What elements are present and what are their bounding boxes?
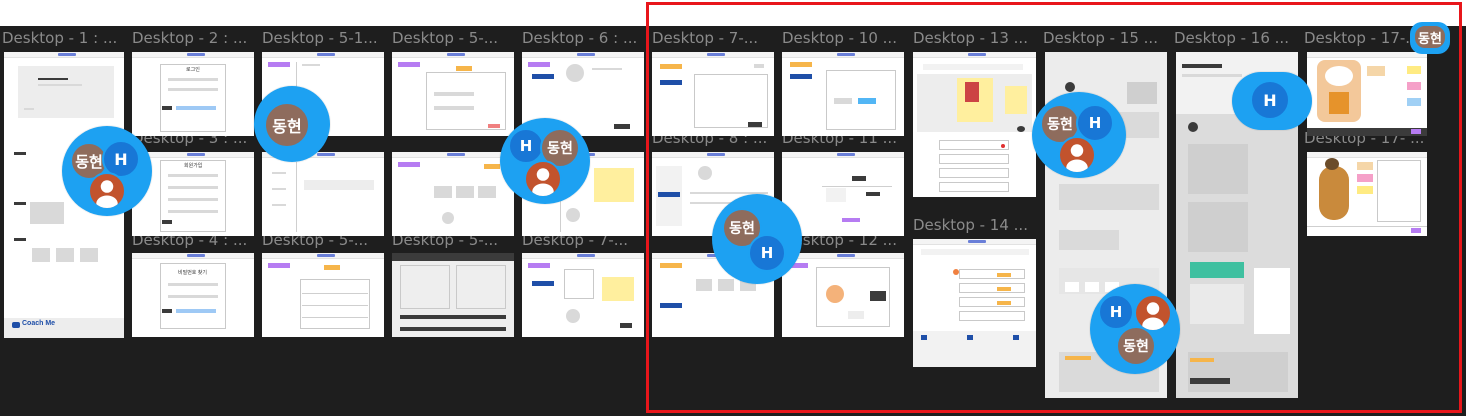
frame-label[interactable]: Desktop - 5-... [392, 29, 516, 47]
avatar-h: H [1098, 294, 1134, 330]
frame-label[interactable]: Desktop - 7-... [652, 29, 776, 47]
frame-desktop-12[interactable] [782, 253, 904, 337]
frame-desktop-11[interactable] [782, 152, 904, 236]
login-title: 로그인 [186, 67, 200, 73]
pwfind-title: 비밀번호 찾기 [178, 270, 207, 276]
signup-title: 회원가입 [184, 163, 203, 169]
frame-label[interactable]: Desktop - 2 : ... [132, 29, 256, 47]
avatar-h: H [1250, 80, 1290, 120]
frame-desktop-4[interactable]: 비밀번호 찾기 [132, 253, 254, 337]
frame-desktop-10[interactable] [782, 52, 904, 136]
frame-desktop-2[interactable]: 로그인 [132, 52, 254, 136]
frame-desktop-7-c[interactable] [652, 52, 774, 136]
frame-label[interactable]: Desktop - 5-1... [262, 29, 386, 47]
avatar-user-photo [524, 160, 562, 198]
frame-desktop-13[interactable] [913, 52, 1036, 197]
figma-canvas[interactable]: Desktop - 1 : ... Desktop - 2 : ... Desk… [0, 26, 1466, 416]
person-icon [96, 180, 118, 208]
avatar-user-photo [88, 172, 126, 210]
frame-desktop-14[interactable] [913, 239, 1036, 367]
frame-desktop-5b[interactable] [262, 152, 384, 236]
frame-desktop-5-d[interactable] [392, 152, 514, 236]
avatar-user-photo [1058, 136, 1096, 174]
frame-label[interactable]: Desktop - 6 : ... [522, 29, 646, 47]
avatar-donghyun: 동현 [1413, 24, 1447, 50]
frame-label[interactable]: Desktop - 17-... [1304, 29, 1414, 47]
frame-desktop-17-b[interactable] [1307, 152, 1427, 236]
frame-label[interactable]: Desktop - 10 ... [782, 29, 906, 47]
frame-label[interactable]: Desktop - 13 ... [913, 29, 1037, 47]
coachme-logo-text: Coach Me [22, 320, 56, 327]
frame-desktop-5-e[interactable] [392, 253, 514, 337]
frame-label[interactable]: Desktop - 16 ... [1174, 29, 1298, 47]
frame-label[interactable]: Desktop - 14 ... [913, 216, 1037, 234]
avatar-donghyun: 동현 [264, 102, 310, 148]
frame-desktop-17[interactable] [1307, 52, 1427, 136]
frame-desktop-7-b[interactable] [522, 253, 644, 337]
frame-desktop-5a[interactable] [392, 52, 514, 136]
person-icon [1066, 144, 1088, 172]
avatar-donghyun: 동현 [1116, 326, 1156, 366]
frame-label[interactable]: Desktop - 1 : ... [2, 29, 126, 47]
frame-label[interactable]: Desktop - 15 ... [1043, 29, 1167, 47]
avatar-h: H [508, 128, 544, 164]
person-icon [532, 168, 554, 196]
avatar-h: H [748, 234, 786, 272]
frame-desktop-5c[interactable] [262, 253, 384, 337]
